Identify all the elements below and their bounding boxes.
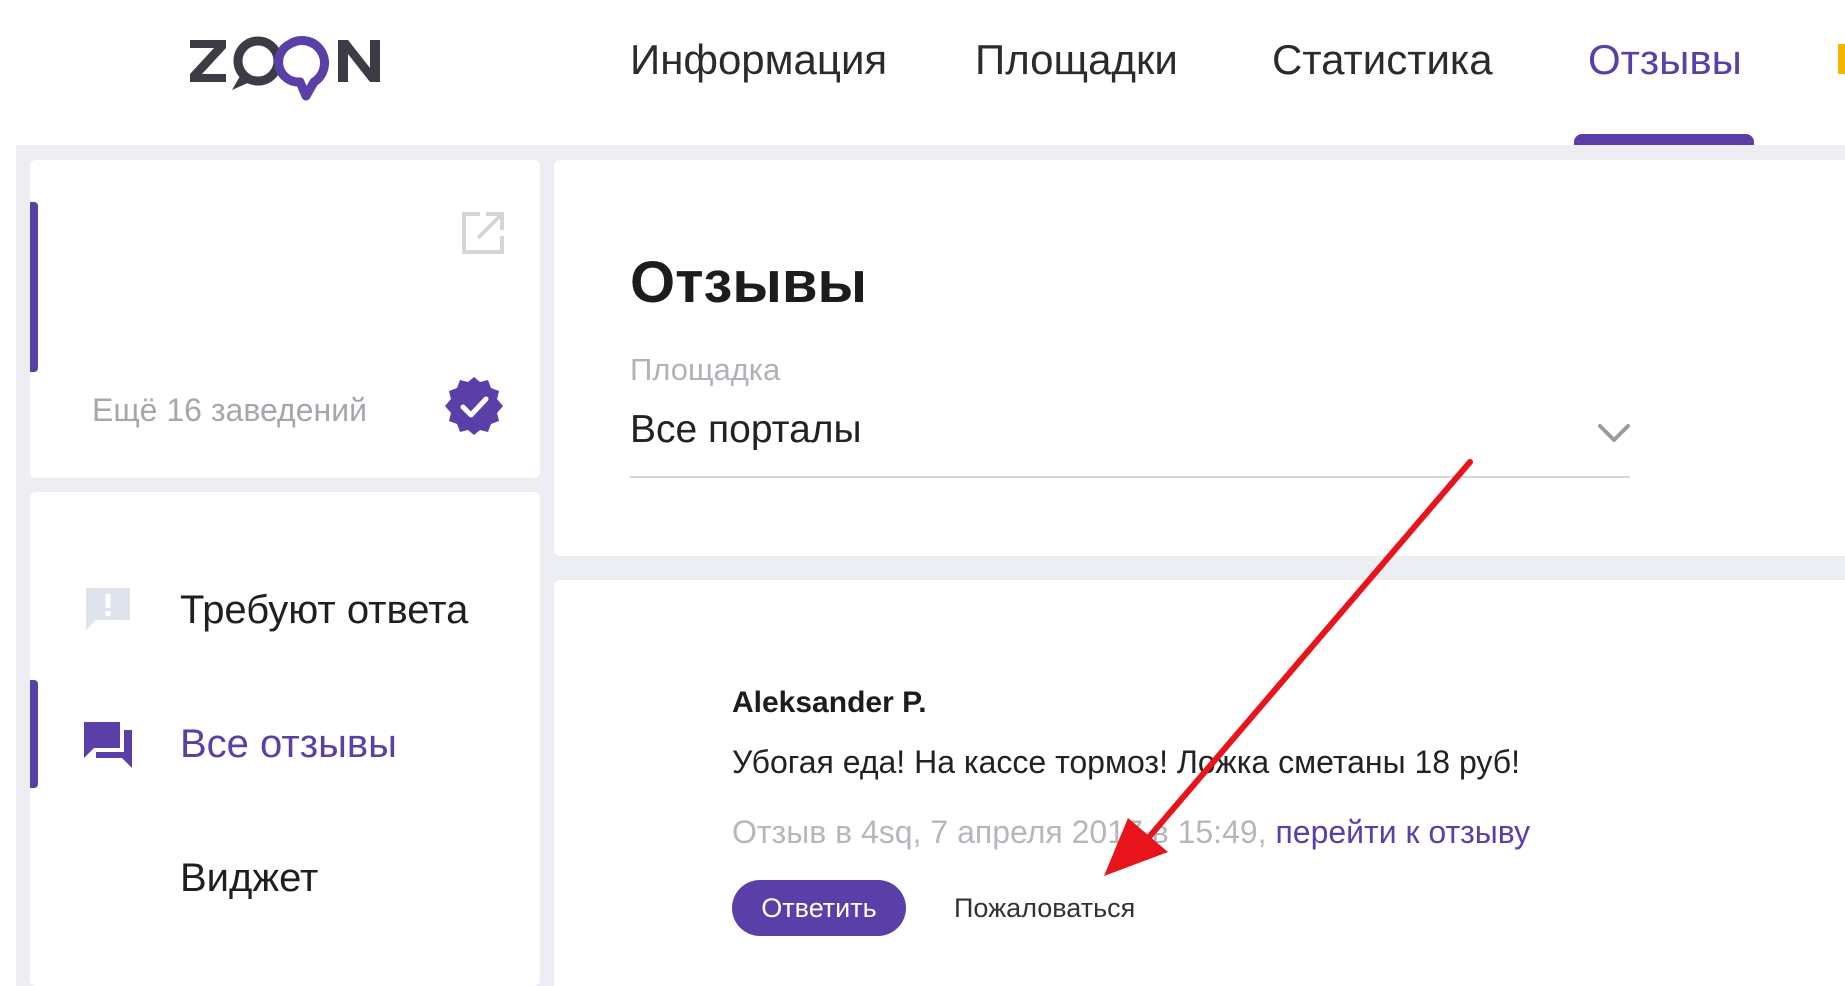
chat-bubbles-icon — [82, 718, 134, 770]
platform-filter-label: Площадка — [630, 352, 781, 387]
review-text: Убогая еда! На кассе тормоз! Ложка смета… — [732, 744, 1520, 780]
nav-tab-statistics[interactable]: Статистика — [1272, 34, 1493, 86]
menu-label-needs-reply: Требуют ответа — [180, 588, 469, 632]
menu-label-widget: Виджет — [180, 856, 319, 900]
menu-item-widget[interactable]: Виджет — [30, 836, 540, 916]
active-tab-indicator — [1574, 134, 1754, 145]
review-author: Aleksander P. — [732, 686, 927, 719]
external-link-icon[interactable] — [458, 208, 508, 258]
review-meta: Отзыв в 4sq, 7 апреля 2017 в 15:49, пере… — [732, 812, 1530, 852]
menu-active-indicator — [30, 680, 38, 788]
menu-label-all-reviews: Все отзывы — [180, 722, 397, 766]
review-card: Aleksander P. Убогая еда! На кассе тормо… — [554, 580, 1845, 986]
reviews-header-card: Отзывы Площадка Все порталы — [554, 160, 1845, 556]
more-venues-link[interactable]: Ещё 16 заведений — [92, 390, 367, 430]
menu-item-all-reviews[interactable]: Все отзывы — [30, 680, 540, 788]
reviews-menu: Требуют ответа Все отзывы Виджет — [30, 492, 540, 986]
go-to-review-link[interactable]: перейти к отзыву — [1275, 814, 1530, 850]
verified-badge-icon — [442, 374, 506, 438]
venue-card: Ещё 16 заведений — [30, 160, 540, 478]
top-header: Информация Площадки Статистика Отзывы — [0, 0, 1845, 145]
report-link[interactable]: Пожаловаться — [954, 890, 1135, 926]
page-title: Отзывы — [630, 250, 868, 315]
platform-select-value: Все порталы — [630, 408, 862, 451]
nav-tab-info[interactable]: Информация — [630, 34, 887, 86]
nav-tab-reviews[interactable]: Отзывы — [1588, 34, 1742, 86]
nav-tab-platforms[interactable]: Площадки — [975, 34, 1178, 86]
nav-overflow-edge — [1838, 44, 1845, 74]
chevron-down-icon[interactable] — [1594, 414, 1634, 454]
review-source-date: Отзыв в 4sq, 7 апреля 2017 в 15:49, — [732, 814, 1276, 850]
menu-item-needs-reply[interactable]: Требуют ответа — [30, 568, 540, 648]
main-nav: Информация Площадки Статистика Отзывы — [0, 0, 1845, 145]
alert-message-icon — [82, 584, 134, 636]
reply-button[interactable]: Ответить — [732, 880, 906, 936]
platform-select[interactable]: Все порталы — [630, 406, 1630, 478]
venue-selected-indicator — [30, 202, 38, 372]
